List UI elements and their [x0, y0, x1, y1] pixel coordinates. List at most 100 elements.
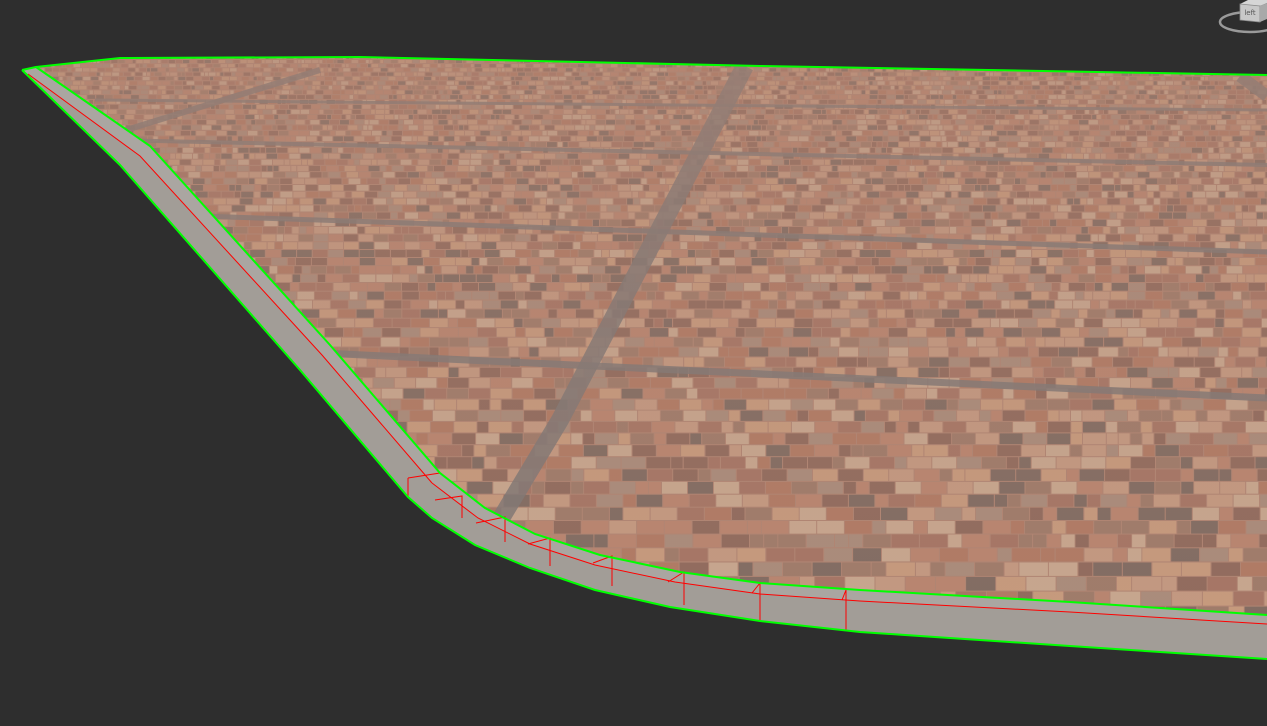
paving-brick [1055, 60, 1062, 64]
paving-brick [11, 56, 14, 59]
paving-brick [8, 77, 15, 80]
paving-brick [15, 227, 21, 234]
paving-brick [1202, 60, 1205, 64]
paving-brick [65, 125, 70, 130]
paving-brick [104, 212, 111, 219]
paving-brick [26, 131, 30, 136]
paving-brick [1081, 64, 1085, 68]
3d-viewport[interactable]: left [0, 0, 1267, 726]
paving-brick [972, 60, 976, 64]
paving-brick [710, 57, 717, 59]
paving-brick [86, 142, 97, 147]
paving-brick [749, 57, 752, 59]
paving-brick [81, 159, 92, 165]
paving-brick [0, 136, 4, 141]
paving-brick [0, 166, 11, 171]
paving-brick [0, 160, 11, 165]
paving-brick [92, 159, 98, 165]
paving-brick [36, 104, 45, 109]
paving-brick [940, 60, 947, 64]
paving-brick [14, 220, 27, 226]
paving-brick [39, 60, 46, 64]
paving-brick [1177, 64, 1184, 68]
paving-brick [4, 68, 11, 71]
paving-brick [0, 172, 5, 177]
paving-brick [14, 60, 20, 63]
paving-brick [13, 199, 25, 205]
paving-brick [920, 64, 927, 68]
paving-brick [1207, 68, 1210, 72]
paving-brick [756, 57, 762, 59]
paving-brick [36, 165, 41, 172]
viewport-scene[interactable] [0, 0, 1267, 726]
paving-brick [899, 57, 906, 59]
paving-brick [13, 192, 19, 198]
paving-brick [1050, 57, 1056, 59]
paving-brick [868, 64, 875, 68]
paving-brick [990, 60, 997, 64]
paving-brick [129, 205, 136, 212]
paving-brick [40, 198, 53, 205]
paving-brick [1105, 68, 1109, 72]
paving-brick [886, 60, 893, 64]
paving-brick [875, 64, 879, 68]
paving-brick [978, 64, 986, 68]
paving-brick [794, 57, 801, 59]
paving-brick [0, 95, 8, 99]
paving-brick [693, 57, 696, 59]
paving-brick [1076, 60, 1080, 64]
paving-brick [962, 57, 965, 59]
paving-brick [1111, 64, 1114, 68]
paving-brick [1088, 57, 1095, 59]
paving-brick [965, 60, 972, 64]
paving-brick [997, 60, 1004, 64]
paving-brick [1184, 60, 1191, 64]
paving-brick [922, 60, 925, 64]
paving-brick [1245, 60, 1252, 64]
paving-brick [32, 60, 35, 63]
paving-brick [1109, 57, 1116, 59]
paving-brick [10, 131, 19, 136]
paving-brick [1078, 57, 1081, 59]
paving-brick [52, 234, 67, 242]
paving-brick [507, 57, 514, 59]
paving-brick [0, 205, 13, 211]
paving-brick [521, 57, 528, 59]
paving-brick [65, 191, 78, 198]
paving-brick [0, 142, 4, 147]
paving-brick [728, 57, 734, 59]
paving-brick [1094, 60, 1101, 64]
paving-brick [1254, 64, 1262, 68]
paving-brick [135, 219, 149, 227]
paving-brick [699, 60, 707, 64]
paving-brick [0, 235, 6, 242]
paving-brick [1199, 64, 1207, 68]
paving-brick [927, 64, 934, 68]
paving-brick [1192, 64, 1199, 68]
paving-brick [1104, 64, 1111, 68]
paving-brick [1195, 60, 1198, 64]
paving-brick [861, 60, 864, 64]
paving-brick [138, 227, 153, 234]
paving-brick [901, 64, 908, 68]
paving-brick [1184, 68, 1192, 72]
paving-brick [75, 205, 88, 212]
paving-brick [90, 153, 96, 159]
paving-brick [664, 60, 671, 64]
paving-brick [735, 57, 741, 59]
paving-brick [88, 205, 95, 212]
paving-brick [0, 213, 6, 219]
paving-brick [115, 172, 127, 178]
paving-brick [1222, 68, 1226, 72]
paving-brick [23, 105, 27, 109]
paving-brick [814, 60, 821, 64]
paving-brick [18, 100, 26, 104]
paving-brick [893, 60, 900, 64]
paving-brick [1221, 57, 1228, 59]
paving-brick [637, 57, 640, 59]
paving-brick [79, 136, 89, 142]
paving-brick [500, 57, 507, 59]
paving-brick [1186, 57, 1189, 59]
paving-brick [55, 125, 65, 130]
paving-brick [850, 60, 854, 64]
